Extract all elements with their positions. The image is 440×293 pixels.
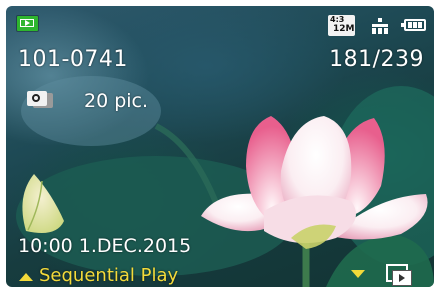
image-counter: 181/239 [329,47,424,72]
file-number: 101-0741 [18,47,128,72]
burst-group-icon [27,91,53,109]
burst-count: 20 pic. [84,90,149,112]
aspect-resolution-icon: 4:3 12M [328,15,355,36]
group-playback-icon[interactable] [384,262,414,287]
playback-mode-icon [17,16,38,31]
down-arrow-icon[interactable] [351,270,365,278]
date-time: 10:00 1.DEC.2015 [18,235,192,257]
aspect-ratio-text: 4:3 [330,15,345,24]
resolution-text: 12M [333,24,355,34]
camera-playback-screen: 4:3 12M 101-0741 181/239 20 pic. 10:00 1… [6,6,434,287]
sequential-play-label[interactable]: Sequential Play [39,265,178,286]
up-arrow-icon[interactable] [19,273,33,281]
battery-icon [401,19,426,31]
quality-stacked-icon [370,18,390,34]
